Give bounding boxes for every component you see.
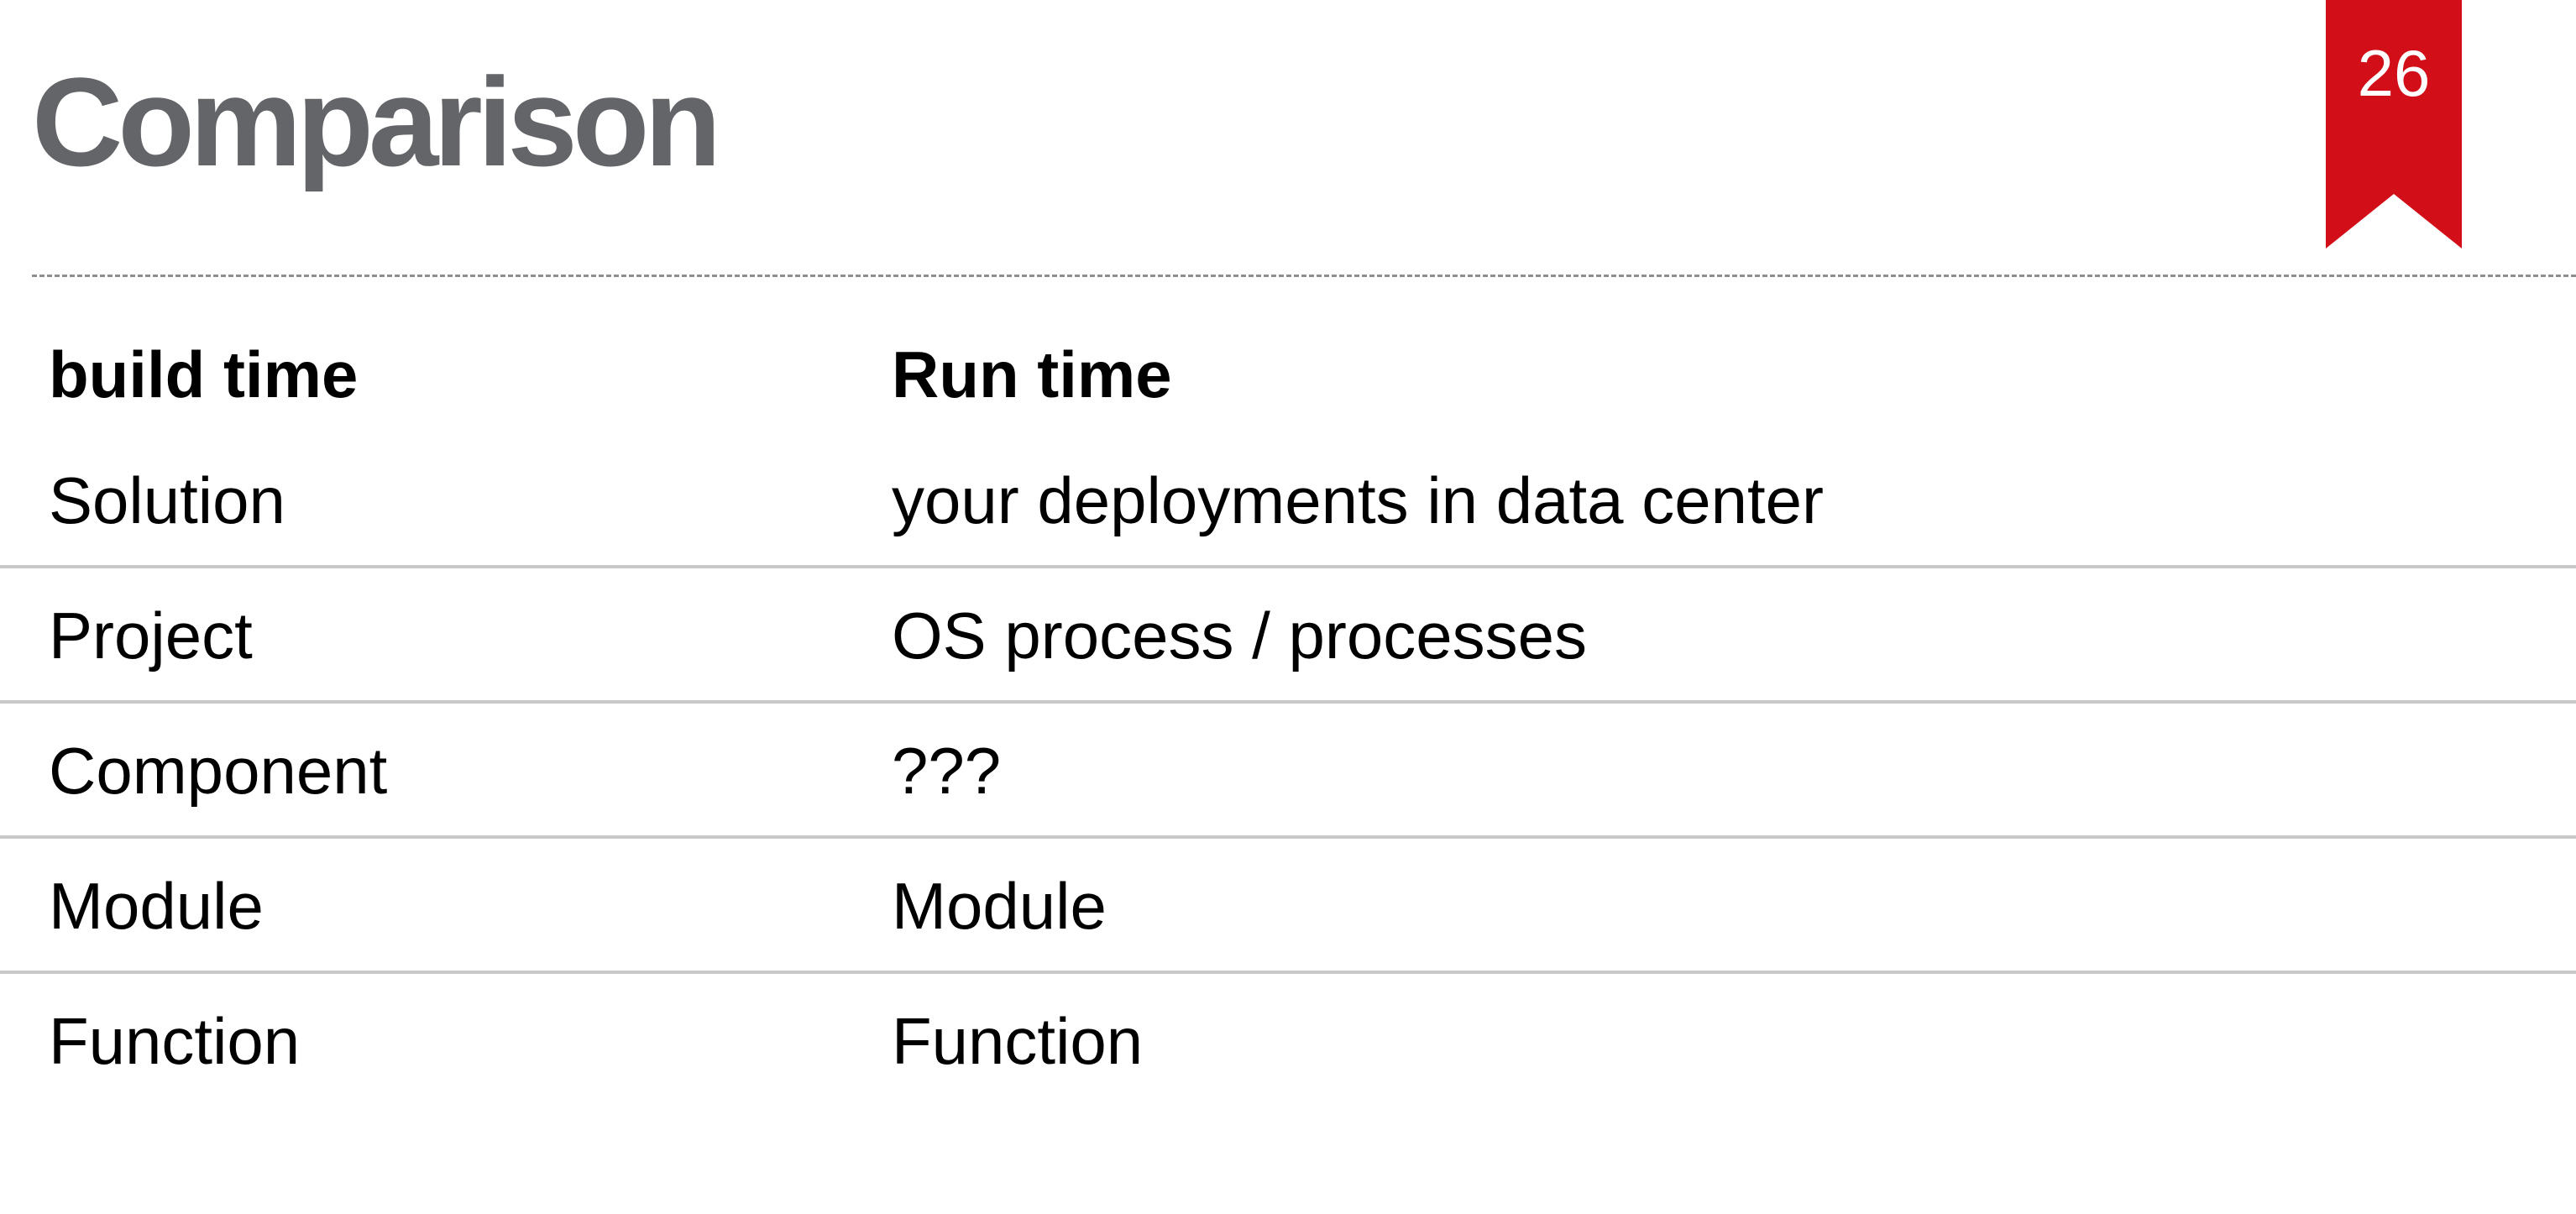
run-time-cell: ??? bbox=[892, 734, 1002, 808]
build-time-cell: Component bbox=[49, 734, 388, 808]
run-time-cell: your deployments in data center bbox=[892, 463, 1824, 537]
build-time-cell: Module bbox=[49, 869, 264, 943]
table-row: Module Module bbox=[0, 839, 2576, 974]
comparison-table: build time Run time Solution your deploy… bbox=[0, 316, 2576, 1109]
title-divider bbox=[32, 275, 2576, 277]
table-row: Function Function bbox=[0, 974, 2576, 1109]
slide-title: Comparison bbox=[32, 51, 721, 192]
page-number-ribbon: 26 bbox=[2326, 0, 2462, 249]
run-time-cell: Function bbox=[892, 1004, 1144, 1078]
table-row: Solution your deployments in data center bbox=[0, 433, 2576, 568]
header-run-time: Run time bbox=[892, 338, 1172, 411]
table-header-row: build time Run time bbox=[0, 316, 2576, 433]
table-row: Component ??? bbox=[0, 704, 2576, 839]
header-build-time: build time bbox=[49, 338, 359, 411]
run-time-cell: Module bbox=[892, 869, 1107, 943]
page-number: 26 bbox=[2357, 36, 2431, 110]
run-time-cell: OS process / processes bbox=[892, 599, 1587, 672]
build-time-cell: Project bbox=[49, 599, 253, 672]
build-time-cell: Solution bbox=[49, 463, 285, 537]
table-row: Project OS process / processes bbox=[0, 568, 2576, 704]
build-time-cell: Function bbox=[49, 1004, 301, 1078]
